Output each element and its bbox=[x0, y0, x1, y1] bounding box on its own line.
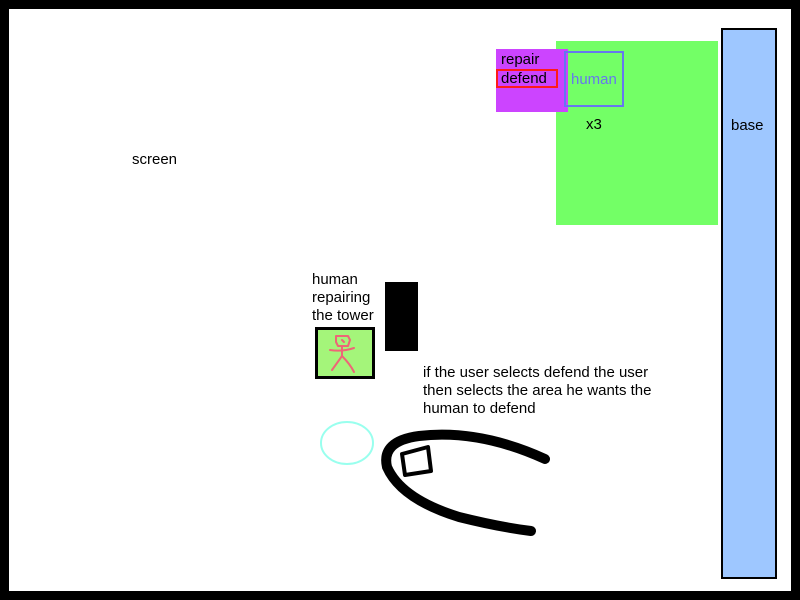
hand-pointer-sketch bbox=[381, 429, 550, 536]
target-area-circle[interactable] bbox=[320, 421, 374, 465]
sketch-layer bbox=[320, 421, 550, 536]
screen-area: screen repair defend human x3 base human… bbox=[9, 9, 791, 591]
